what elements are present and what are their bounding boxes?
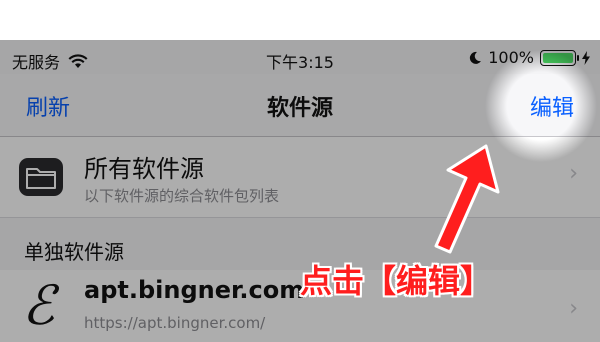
source-url: https://apt.bingner.com/ — [84, 314, 266, 332]
all-sources-title: 所有软件源 — [84, 155, 204, 183]
charging-icon — [582, 50, 590, 65]
source-row[interactable]: ℰ apt.bingner.com https://apt.bingner.co… — [0, 270, 600, 342]
folder-icon — [19, 158, 63, 196]
page-title: 软件源 — [266, 96, 333, 121]
status-right: 100% — [468, 48, 590, 67]
navigation-bar: 刷新 软件源 编辑 — [0, 74, 600, 137]
edit-button[interactable]: 编辑 — [530, 90, 574, 122]
chevron-right-icon: › — [569, 296, 578, 321]
battery-percent: 100% — [488, 48, 534, 67]
all-sources-subtitle: 以下软件源的综合软件包列表 — [84, 187, 280, 205]
all-sources-row[interactable]: 所有软件源 以下软件源的综合软件包列表 › — [0, 137, 600, 218]
moon-icon — [470, 51, 482, 64]
elucubratus-icon: ℰ — [22, 274, 55, 337]
source-name: apt.bingner.com — [84, 276, 305, 304]
app-screen: 无服务 下午3:15 100% 刷新 软件源 编辑 所有软件源 以下软件源的综合… — [0, 40, 600, 342]
battery-icon — [540, 49, 579, 66]
section-header: 单独软件源 — [24, 240, 124, 264]
chevron-right-icon: › — [569, 161, 578, 186]
status-bar: 无服务 下午3:15 100% — [0, 40, 600, 74]
